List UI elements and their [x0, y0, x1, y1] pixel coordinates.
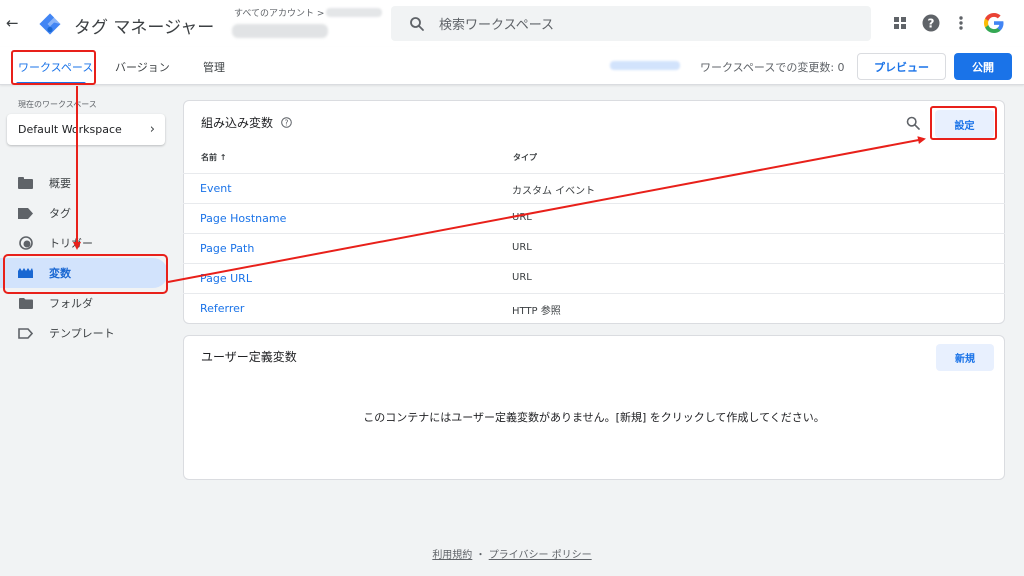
footer-separator: ・: [475, 550, 486, 561]
blurred-account-name: [326, 8, 382, 17]
table-row: Referrer HTTP 参照: [183, 293, 1005, 323]
empty-state-message: このコンテナにはユーザー定義変数がありません。[新規] をクリックして作成してく…: [363, 411, 825, 424]
workspace-changes-count: ワークスペースでの変更数: 0: [700, 61, 845, 74]
sidebar-item-templates[interactable]: テンプレート: [0, 318, 168, 348]
blurred-workspace-id: [610, 61, 680, 70]
user-defined-variables-title: ユーザー定義変数: [201, 350, 297, 364]
variable-name-link[interactable]: Page Hostname: [200, 212, 286, 225]
terms-link[interactable]: 利用規約: [432, 550, 472, 561]
current-workspace-label: 現在のワークスペース: [18, 100, 97, 109]
variable-name-link[interactable]: Referrer: [200, 302, 244, 315]
help-icon[interactable]: ?: [921, 13, 941, 33]
sidebar-item-label: フォルダ: [49, 297, 93, 310]
sidebar-item-overview[interactable]: 概要: [0, 168, 168, 198]
overview-folder-icon: [18, 177, 33, 189]
svg-text:?: ?: [928, 17, 935, 31]
annotation-box-config-button: [930, 106, 997, 140]
chevron-right-icon: ›: [149, 122, 155, 137]
more-vert-icon[interactable]: [951, 13, 971, 33]
new-variable-button[interactable]: 新規: [936, 344, 994, 371]
variable-name-link[interactable]: Event: [200, 182, 232, 195]
svg-text:?: ?: [285, 118, 289, 127]
app-title: タグ マネージャー: [74, 18, 215, 38]
top-header: ← タグ マネージャー すべてのアカウント > 検索ワークスペース ?: [0, 0, 1024, 47]
google-g-icon[interactable]: [982, 11, 1006, 35]
publish-button[interactable]: 公開: [954, 53, 1012, 80]
tab-versions[interactable]: バージョン: [115, 59, 170, 75]
workspace-selector[interactable]: Default Workspace ›: [7, 114, 165, 145]
user-defined-variables-card: [183, 335, 1005, 480]
column-header-name[interactable]: 名前 ↑: [201, 152, 227, 163]
help-circle-icon[interactable]: ?: [281, 117, 292, 128]
variable-type: カスタム イベント: [512, 186, 596, 197]
tag-icon: [18, 207, 33, 219]
preview-button[interactable]: プレビュー: [857, 53, 946, 80]
annotation-box-variables: [3, 254, 168, 294]
tab-admin[interactable]: 管理: [203, 59, 225, 75]
annotation-box-workspace-tab: [11, 50, 96, 85]
table-row: Page URL URL: [183, 263, 1005, 293]
search-input[interactable]: 検索ワークスペース: [391, 6, 871, 41]
search-icon[interactable]: [906, 116, 920, 130]
table-row: Event カスタム イベント: [183, 173, 1005, 203]
search-placeholder: 検索ワークスペース: [439, 18, 555, 33]
variable-name-link[interactable]: Page Path: [200, 242, 254, 255]
workspace-name: Default Workspace: [18, 123, 122, 136]
column-header-type: タイプ: [513, 153, 537, 162]
blurred-container-name[interactable]: [232, 24, 328, 38]
variable-type: URL: [512, 212, 532, 223]
privacy-link[interactable]: プライバシー ポリシー: [489, 550, 592, 561]
sidebar-item-label: 概要: [49, 177, 71, 190]
tag-manager-logo-icon[interactable]: [38, 12, 62, 36]
trigger-icon: [18, 236, 33, 250]
variable-name-link[interactable]: Page URL: [200, 272, 252, 285]
template-icon: [18, 327, 33, 339]
builtin-variables-title: 組み込み変数: [201, 116, 274, 130]
sidebar-item-label: タグ: [49, 207, 71, 220]
apps-grid-icon[interactable]: [890, 13, 910, 33]
table-row: Page Path URL: [183, 233, 1005, 263]
search-icon: [410, 16, 424, 31]
table-row: Page Hostname URL: [183, 203, 1005, 233]
footer: 利用規約 ・ プライバシー ポリシー: [0, 546, 1024, 561]
variable-type: URL: [512, 272, 532, 283]
sidebar-item-label: トリガー: [49, 237, 93, 250]
back-arrow-icon[interactable]: ←: [6, 14, 20, 32]
sidebar-item-label: テンプレート: [49, 327, 115, 340]
variable-type: URL: [512, 242, 532, 253]
account-breadcrumb[interactable]: すべてのアカウント >: [234, 6, 324, 19]
variable-type: HTTP 参照: [512, 306, 561, 317]
sidebar-item-tags[interactable]: タグ: [0, 198, 168, 228]
folder-icon: [18, 297, 33, 309]
